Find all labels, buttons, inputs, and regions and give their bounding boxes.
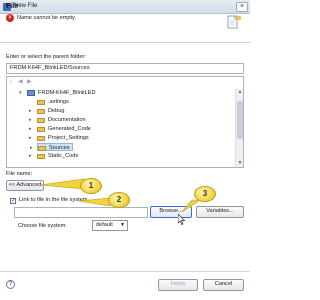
tree-item-label: Sources [49, 145, 70, 151]
folder-tree[interactable]: ⌂ ◀ ▶ ▾ FRDM-K64F_BlinkLED .settings ▸ D… [6, 76, 244, 168]
tree-item-label: Project_Settings [48, 135, 89, 141]
link-path-input[interactable] [14, 207, 148, 218]
tree-item-label: Generated_Code [48, 126, 91, 132]
parent-folder-label: Enter or select the parent folder: [6, 54, 86, 60]
expand-icon[interactable]: ▸ [29, 125, 32, 133]
mouse-cursor-icon [178, 214, 186, 225]
folder-icon [37, 126, 45, 132]
tree-item-label: FRDM-K64F_BlinkLED [38, 90, 96, 96]
tree-item-label: .settings [48, 99, 69, 105]
file-system-value: default [96, 222, 113, 228]
finish-button[interactable]: Finish [158, 279, 198, 291]
expand-icon[interactable]: ▸ [29, 116, 32, 124]
error-message: Name cannot be empty. [17, 15, 76, 21]
scroll-thumb[interactable] [237, 101, 243, 139]
folder-icon [38, 145, 46, 151]
collapse-icon[interactable]: ▾ [19, 89, 22, 97]
expand-icon[interactable]: ▸ [29, 134, 32, 142]
folder-icon [37, 153, 45, 159]
tree-item-generated-code[interactable]: ▸ Generated_Code [29, 125, 157, 133]
tree-toolbar: ⌂ ◀ ▶ [9, 79, 49, 87]
tree-item-label: Documentation [48, 117, 86, 123]
footer-divider [0, 271, 250, 272]
variables-button[interactable]: Variables... [196, 206, 244, 218]
title-bar [0, 0, 250, 14]
project-icon [27, 90, 35, 96]
close-button[interactable]: × [236, 2, 248, 12]
tree-item-debug[interactable]: ▸ Debug [29, 107, 157, 115]
file-system-select[interactable]: default ▼ [92, 220, 128, 231]
callout-2-pointer [78, 197, 111, 207]
tree-item-label: Static_Code [48, 153, 79, 159]
chevron-down-icon: ▼ [120, 222, 125, 228]
callout-2: 2 [108, 192, 130, 208]
expand-icon[interactable]: ▸ [29, 107, 32, 115]
expand-icon[interactable]: ▸ [29, 152, 32, 160]
folder-icon [37, 99, 45, 105]
tree-item-project-settings[interactable]: ▸ Project_Settings [29, 134, 157, 142]
back-icon[interactable]: ◀ [18, 79, 24, 85]
tree-item-settings[interactable]: .settings [37, 98, 157, 106]
expand-icon[interactable]: ▸ [30, 144, 33, 152]
page-title: File [6, 3, 19, 10]
tree-item-static-code[interactable]: ▸ Static_Code [29, 152, 157, 160]
tree-scrollbar[interactable]: ▲ ▼ [235, 89, 243, 167]
tree-item-documentation[interactable]: ▸ Documentation [29, 116, 157, 124]
callout-3: 3 [194, 186, 216, 202]
file-name-label: File name: [6, 171, 33, 177]
scroll-up-icon[interactable]: ▲ [236, 89, 244, 96]
error-icon: × [6, 14, 14, 22]
folder-icon [37, 135, 45, 141]
new-file-wizard-icon [227, 15, 242, 29]
parent-folder-input[interactable]: FRDM-K64F_BlinkLED/Sources [6, 63, 244, 74]
help-icon[interactable]: ? [6, 280, 15, 289]
folder-icon [37, 108, 45, 114]
callout-1: 1 [80, 178, 102, 194]
tree-item-label: Debug [48, 108, 65, 114]
home-icon[interactable]: ⌂ [9, 79, 15, 85]
file-system-label: Choose file system: [18, 223, 67, 229]
link-checkbox[interactable]: ✓ [10, 198, 16, 204]
cancel-button[interactable]: Cancel [203, 279, 244, 291]
tree-item-project[interactable]: ▾ FRDM-K64F_BlinkLED [19, 89, 177, 97]
scroll-down-icon[interactable]: ▼ [236, 160, 244, 167]
forward-icon[interactable]: ▶ [27, 79, 33, 85]
folder-icon [37, 117, 45, 123]
tree-item-sources[interactable]: ▸ Sources [30, 143, 73, 152]
advanced-button[interactable]: << Advanced [6, 180, 44, 191]
